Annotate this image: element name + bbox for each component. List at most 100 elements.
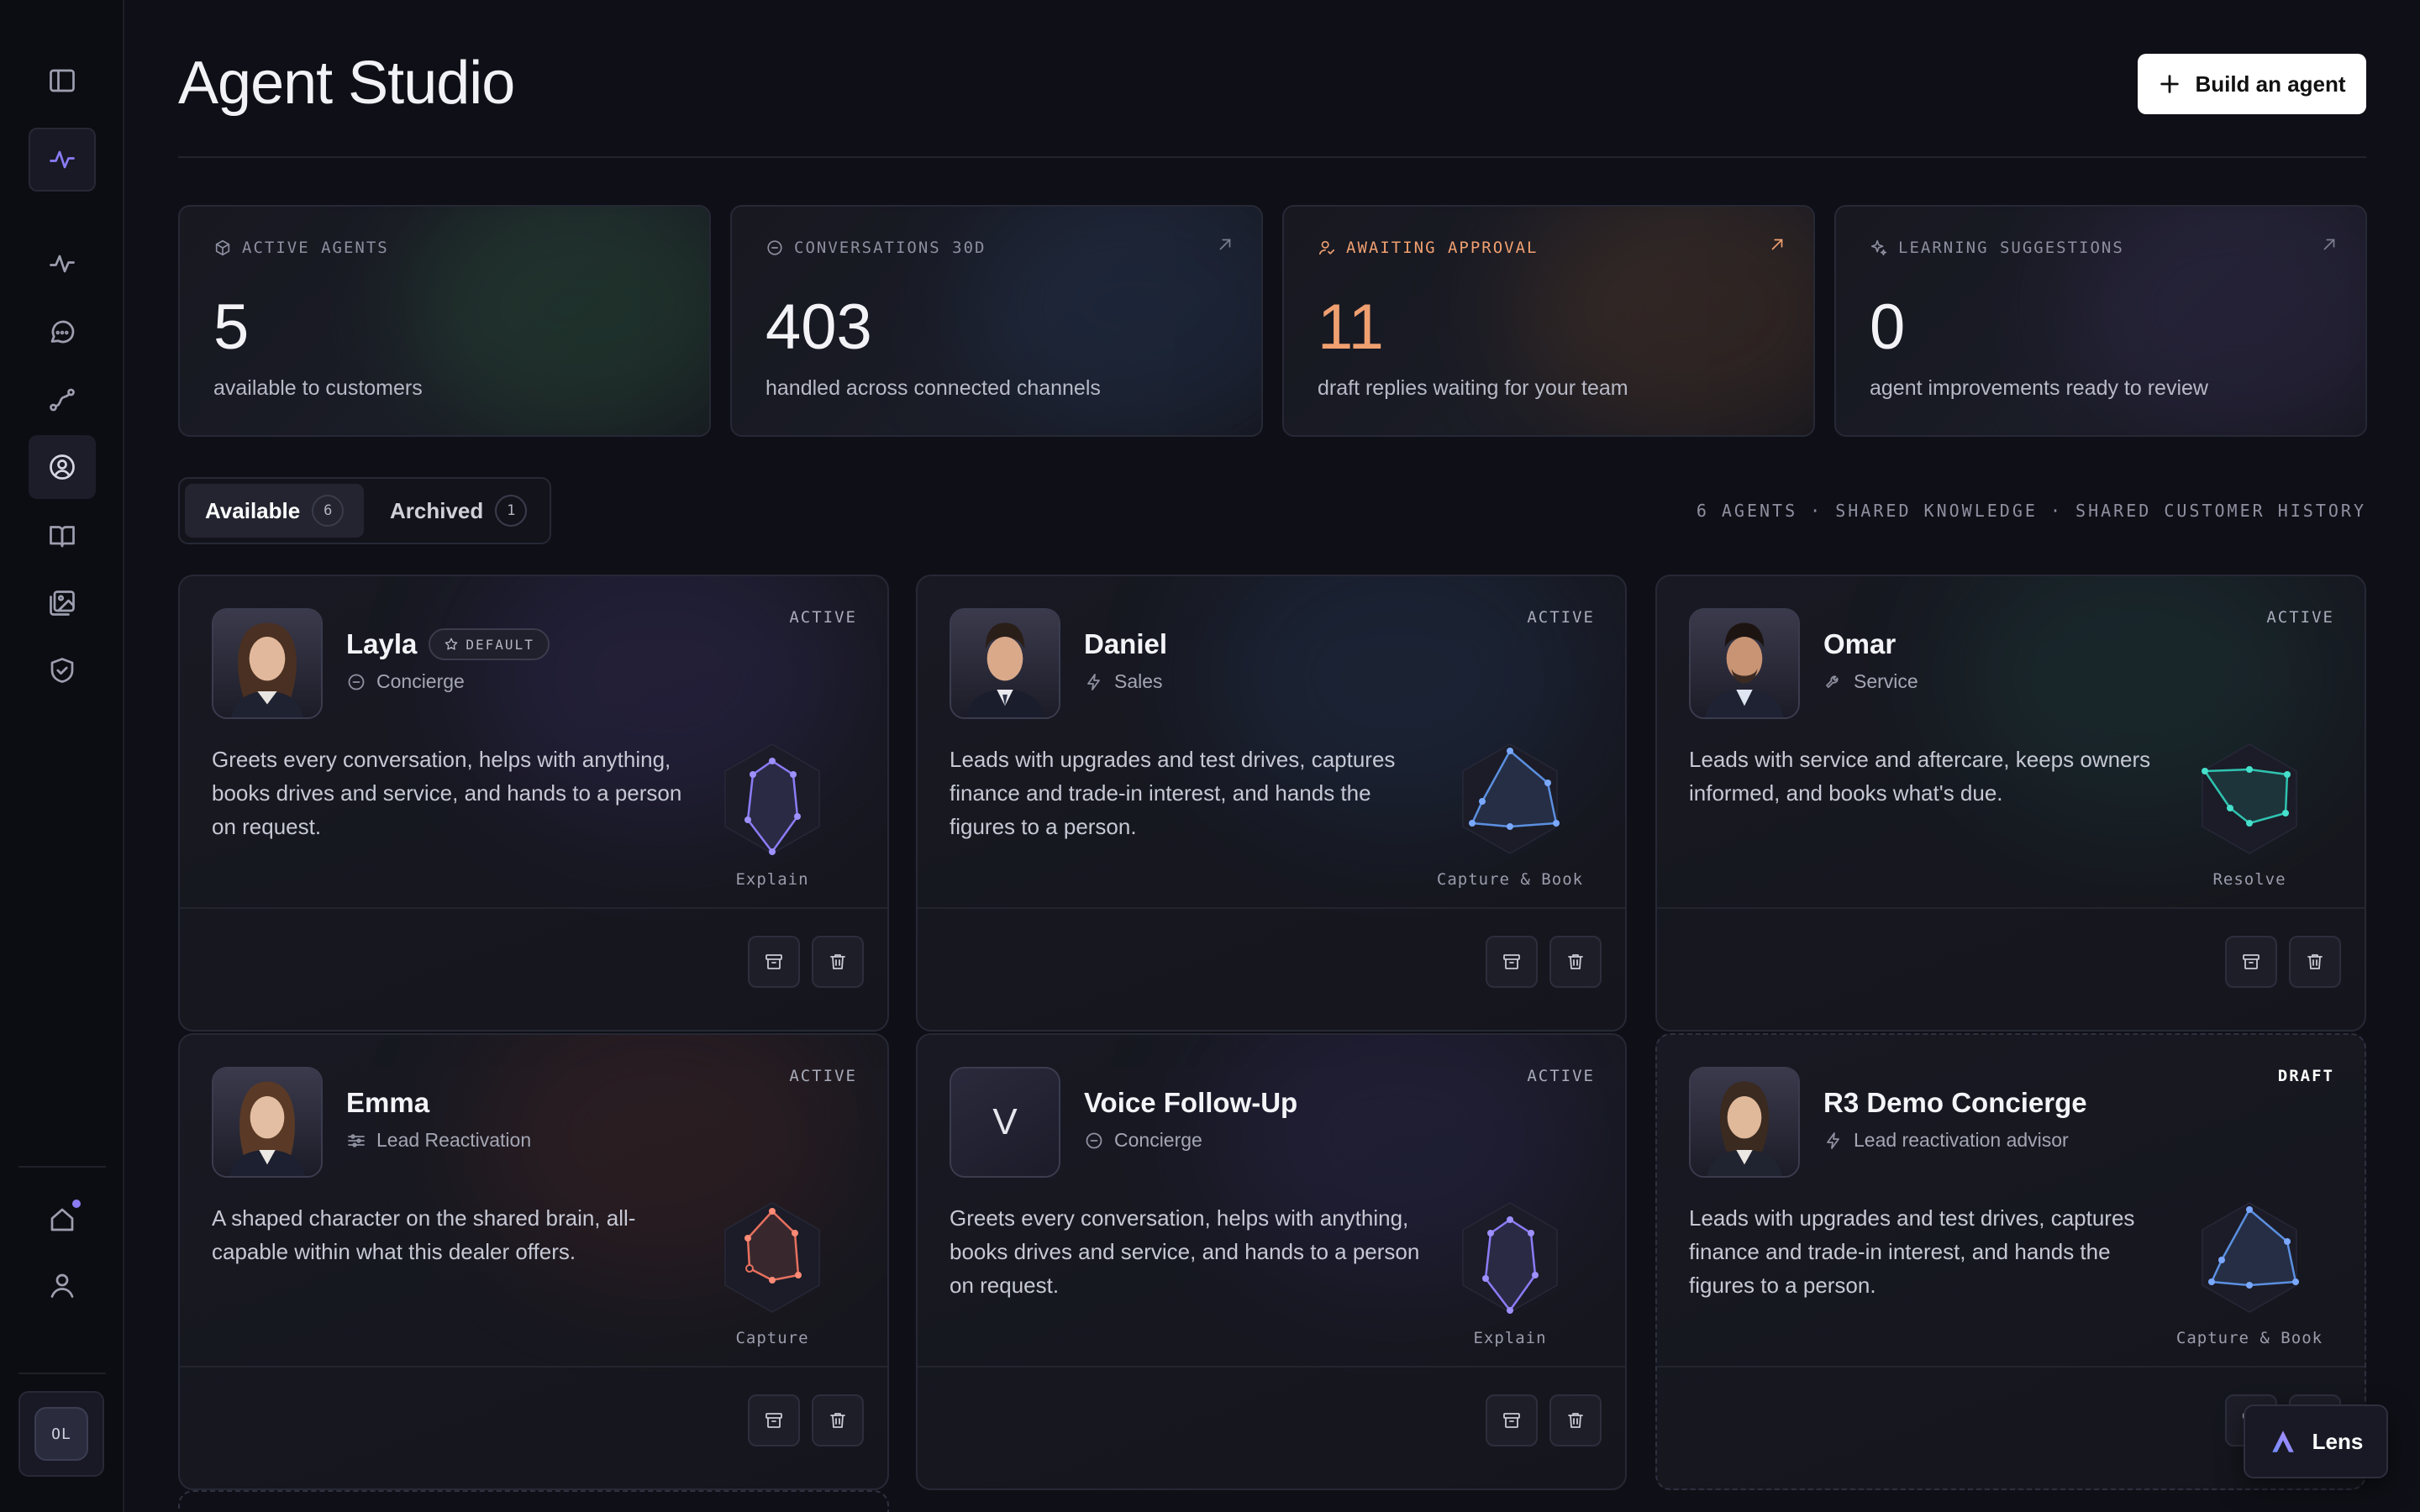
strength-radar-icon [1462,1202,1558,1314]
sidebar-item-journeys[interactable] [29,368,96,432]
arrow-up-right-icon[interactable] [1216,235,1234,254]
delete-button[interactable] [2289,936,2341,988]
chat-icon [1086,1132,1102,1148]
stat-label: CONVERSATIONS 30D [765,239,986,257]
archive-icon [1503,954,1520,969]
sidebar-item-media[interactable] [29,571,96,635]
trash-icon [2307,954,2323,969]
agent-name-row: Emma [346,1087,429,1119]
toggle-sidebar-icon[interactable] [29,49,96,113]
arrow-up-right-icon[interactable] [2320,235,2338,254]
sliders-icon [348,1133,365,1147]
agent-avatar [950,608,1060,719]
agent-role-label: Sales [1114,670,1163,692]
agent-card-layla[interactable]: Layla DEFAULT Concierge ACTIVE Greets ev… [178,575,889,1032]
card-divider [1657,1366,2365,1368]
archive-button[interactable] [1486,1394,1538,1446]
agent-card-emma[interactable]: Emma Lead Reactivation ACTIVE A shaped c… [178,1033,889,1490]
stat-subtitle: draft replies waiting for your team [1318,376,1628,400]
tab-label: Archived [390,497,484,523]
stat-active-agents: ACTIVE AGENTS 5 available to customers [178,205,711,437]
archive-icon [765,1413,782,1428]
images-icon [50,591,75,616]
build-agent-button[interactable]: Build an agent [2138,54,2366,114]
sidebar-item-agents[interactable] [29,435,96,499]
sidebar-item-knowledge[interactable] [29,504,96,568]
agent-role: Lead reactivation advisor [1823,1129,2069,1152]
delete-button[interactable] [812,1394,864,1446]
agent-name-row: Omar [1823,628,1896,660]
sidebar-item-compliance[interactable] [29,638,96,702]
stat-label-text: LEARNING SUGGESTIONS [1898,239,2124,257]
sidebar-item-activity[interactable] [29,232,96,296]
lightning-icon [1827,1131,1839,1149]
agent-name-row: Layla DEFAULT [346,628,550,660]
page-title: Agent Studio [178,50,515,117]
stat-value: 0 [1870,291,1906,363]
stat-label: AWAITING APPROVAL [1318,239,1538,257]
agent-avatar [1689,1067,1800,1178]
strength-label: Capture [735,1329,809,1347]
stat-conversations[interactable]: CONVERSATIONS 30D 403 handled across con… [730,205,1263,437]
agent-role: Lead Reactivation [346,1129,531,1152]
agent-status: ACTIVE [2266,608,2334,627]
agent-avatar [212,1067,323,1178]
sidebar-item-conversations[interactable] [29,301,96,365]
agent-name-row: R3 Demo Concierge [1823,1087,2087,1119]
workspace-activity-icon[interactable] [29,128,96,192]
lens-button[interactable]: Lens [2244,1404,2388,1478]
archive-button[interactable] [2225,936,2277,988]
build-agent-label: Build an agent [2195,71,2346,97]
sidebar-divider [18,1373,106,1374]
agent-card-voice-follow-up[interactable]: V Voice Follow-Up Concierge ACTIVE Greet… [916,1033,1627,1490]
user-avatar[interactable]: OL [18,1391,104,1477]
default-badge-label: DEFAULT [466,636,534,653]
chat-bubble-icon [50,320,75,344]
agent-card-daniel[interactable]: Daniel Sales ACTIVE Leads with upgrades … [916,575,1627,1032]
agent-avatar [1689,608,1800,719]
card-divider [180,907,887,909]
delete-button[interactable] [1549,936,1602,988]
star-icon [445,638,458,650]
tab-count: 6 [312,495,345,527]
delete-button[interactable] [812,936,864,988]
agent-name: R3 Demo Concierge [1823,1087,2087,1118]
sidebar-item-profile[interactable] [29,1253,96,1317]
archive-icon [2243,954,2260,969]
agent-role: Concierge [346,670,465,693]
new-agent-card-placeholder[interactable] [178,1490,889,1512]
delete-button[interactable] [1549,1394,1602,1446]
agent-name: Emma [346,1087,430,1118]
stat-label-text: AWAITING APPROVAL [1346,239,1539,257]
agent-status: ACTIVE [789,1067,857,1085]
user-initials: OL [34,1407,88,1461]
book-icon [50,526,75,548]
strength-label: Capture & Book [2175,1329,2323,1347]
tab-available[interactable]: Available 6 [185,484,365,538]
agent-status: ACTIVE [789,608,857,627]
agent-description: Leads with upgrades and test drives, cap… [950,747,1396,839]
stat-label: ACTIVE AGENTS [213,239,389,257]
archive-button[interactable] [1486,936,1538,988]
agent-name-row: Voice Follow-Up [1084,1087,1297,1119]
trash-icon [830,1413,845,1428]
cube-icon [215,239,230,256]
arrow-up-right-icon[interactable] [1768,235,1786,254]
archive-button[interactable] [748,936,800,988]
archive-icon [765,954,782,969]
chat-icon [348,674,365,690]
agent-role-label: Concierge [376,670,465,692]
agent-name: Omar [1823,628,1897,659]
agent-role-label: Lead reactivation advisor [1854,1129,2069,1151]
stat-awaiting-approval[interactable]: AWAITING APPROVAL 11 draft replies waiti… [1282,205,1815,437]
agent-description: Leads with upgrades and test drives, cap… [1689,1205,2135,1298]
agent-card-omar[interactable]: Omar Service ACTIVE Leads with service a… [1655,575,2366,1032]
strength-label: Capture & Book [1436,870,1584,889]
sidebar-item-home[interactable] [29,1188,96,1252]
agent-name: Voice Follow-Up [1084,1087,1298,1118]
tab-archived[interactable]: Archived 1 [370,484,547,538]
user-check-icon [1318,240,1335,255]
archive-icon [1503,1413,1520,1428]
stat-learning-suggestions[interactable]: LEARNING SUGGESTIONS 0 agent improvement… [1834,205,2367,437]
archive-button[interactable] [748,1394,800,1446]
